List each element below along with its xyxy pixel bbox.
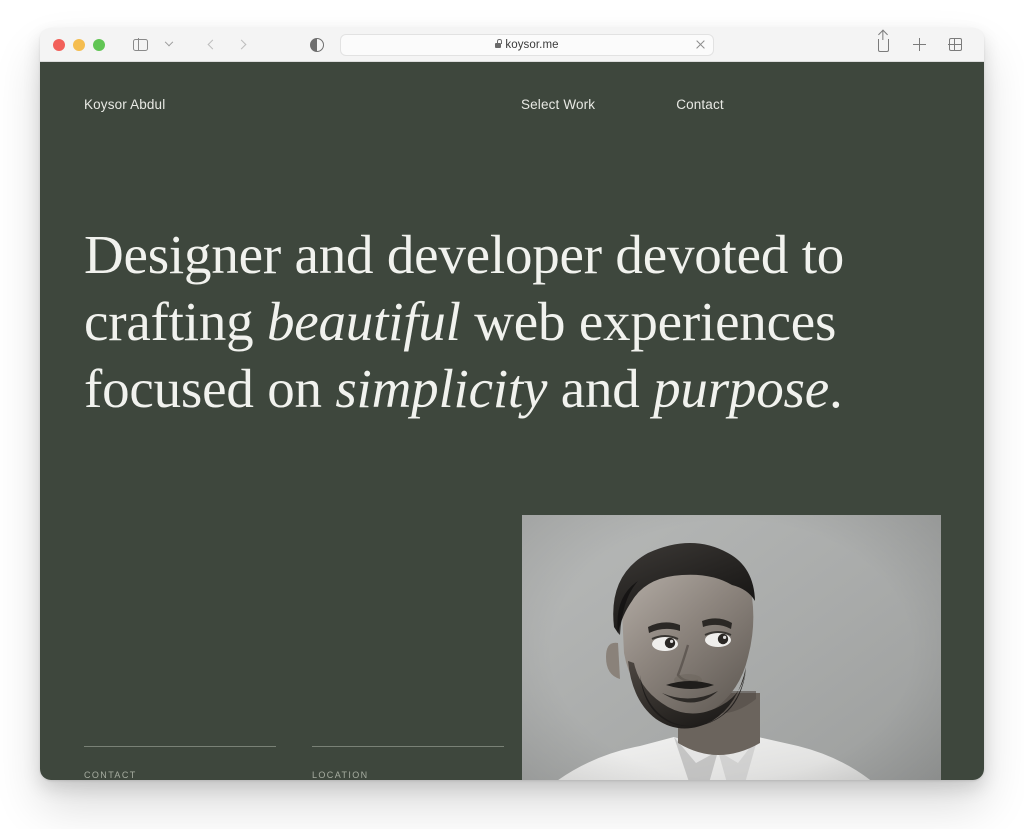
url-bar[interactable]: koysor.me (340, 34, 714, 56)
browser-toolbar: koysor.me (40, 28, 984, 62)
lock-icon (495, 43, 501, 48)
back-button[interactable] (199, 33, 225, 57)
hero-line-1: Designer and developer devoted to (84, 224, 844, 285)
sidebar-toggle-button[interactable] (127, 33, 153, 57)
divider-location (312, 746, 504, 747)
grid-icon (949, 38, 962, 51)
hero-line-2-b: web experiences (461, 291, 837, 352)
nav-link-contact[interactable]: Contact (676, 97, 724, 112)
hero-line-3-b: and (547, 358, 653, 419)
brand-logo-link[interactable]: Koysor Abdul (84, 97, 165, 112)
footer-column-contact: CONTACT (84, 746, 276, 780)
hero-heading: Designer and developer devoted to crafti… (84, 221, 874, 422)
chevron-down-icon (165, 37, 173, 45)
page-viewport: Koysor Abdul Select Work Contact Designe… (40, 62, 984, 780)
hero-line-3-a: focused on (84, 358, 335, 419)
hero-line-3-c: . (829, 358, 843, 419)
zoom-window-button[interactable] (93, 39, 105, 51)
hero-line-2-a: crafting (84, 291, 267, 352)
nav-links: Select Work Contact (521, 97, 724, 112)
sidebar-dropdown-button[interactable] (156, 33, 182, 57)
hero-emphasis-simplicity: simplicity (335, 358, 547, 419)
privacy-report-icon[interactable] (310, 38, 324, 52)
new-tab-button[interactable] (906, 33, 932, 57)
window-traffic-lights (40, 39, 105, 51)
forward-button[interactable] (228, 33, 254, 57)
sidebar-icon (133, 39, 148, 51)
share-button[interactable] (870, 33, 896, 57)
divider-contact (84, 746, 276, 747)
minimize-window-button[interactable] (73, 39, 85, 51)
browser-window: koysor.me Koysor Abdul (40, 28, 984, 780)
footer-columns: CONTACT LOCATION (84, 746, 504, 780)
footer-column-location: LOCATION (312, 746, 504, 780)
portrait-photo (522, 515, 941, 780)
portrait-illustration (522, 515, 941, 780)
share-icon (878, 39, 889, 52)
chevron-right-icon (236, 40, 246, 50)
tab-overview-button[interactable] (942, 33, 968, 57)
chevron-left-icon (207, 40, 217, 50)
plus-icon (913, 38, 926, 51)
nav-link-select-work[interactable]: Select Work (521, 97, 595, 112)
stop-loading-icon[interactable] (695, 39, 706, 50)
screenshot-root: koysor.me Koysor Abdul (0, 0, 1024, 829)
hero-emphasis-beautiful: beautiful (267, 291, 461, 352)
url-text: koysor.me (505, 39, 558, 51)
hero-emphasis-purpose: purpose (653, 358, 829, 419)
footer-label-contact: CONTACT (84, 770, 276, 780)
toolbar-left-controls (127, 33, 254, 57)
close-window-button[interactable] (53, 39, 65, 51)
toolbar-right-controls (870, 33, 984, 57)
site-navigation: Koysor Abdul Select Work Contact (40, 93, 984, 115)
footer-label-location: LOCATION (312, 770, 504, 780)
